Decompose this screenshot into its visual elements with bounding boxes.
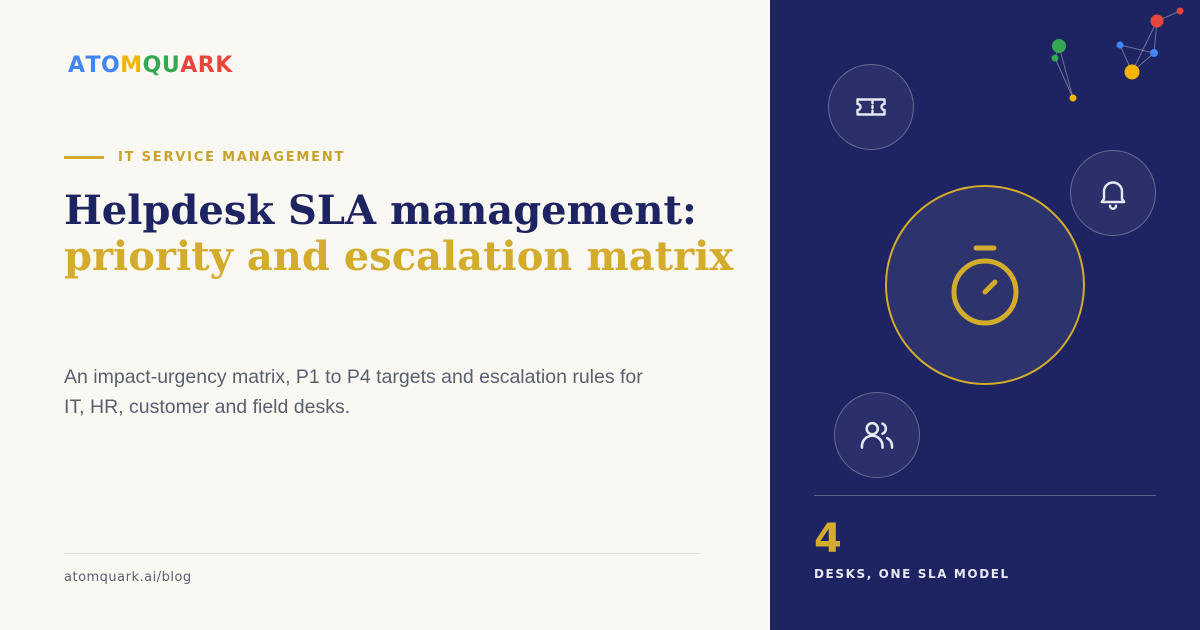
page-title: Helpdesk SLA management: priority and es…: [64, 188, 744, 280]
eyebrow-rule: [64, 156, 104, 159]
network-graphic: [1051, 7, 1184, 102]
eyebrow: IT SERVICE MANAGEMENT: [64, 150, 345, 165]
illustration-panel: 4 DESKS, ONE SLA MODEL: [770, 0, 1200, 630]
footer-divider: [64, 553, 700, 554]
stopwatch-icon: [951, 245, 1019, 326]
logo-letter: K: [215, 53, 233, 78]
eyebrow-text: IT SERVICE MANAGEMENT: [118, 150, 346, 165]
users-icon: [860, 421, 894, 449]
stat-label: DESKS, ONE SLA MODEL: [814, 567, 1010, 581]
logo-letter: O: [101, 53, 121, 78]
ticket-icon: [856, 98, 886, 116]
stat-value: 4: [814, 516, 842, 562]
logo-letter: A: [180, 53, 198, 78]
logo-letter: M: [120, 53, 143, 78]
logo-letter: Q: [142, 53, 162, 78]
title-line-1: Helpdesk SLA management:: [64, 187, 697, 234]
title-line-2: priority and escalation matrix: [64, 233, 734, 280]
bell-icon: [1100, 181, 1126, 210]
blog-url[interactable]: atomquark.ai/blog: [64, 570, 192, 585]
logo-letter: T: [85, 53, 102, 78]
logo-letter: A: [68, 53, 86, 78]
stopwatch-badge: [885, 185, 1085, 385]
bell-badge: [1070, 150, 1156, 236]
users-badge: [834, 392, 920, 478]
stat-divider: [814, 495, 1156, 496]
ticket-badge: [828, 64, 914, 150]
atomquark-logo[interactable]: ATOMQUARK: [68, 53, 233, 79]
content-panel: ATOMQUARK IT SERVICE MANAGEMENT Helpdesk…: [0, 0, 770, 630]
description: An impact-urgency matrix, P1 to P4 targe…: [64, 366, 643, 418]
logo-letter: R: [197, 53, 216, 78]
logo-letter: U: [161, 53, 181, 78]
